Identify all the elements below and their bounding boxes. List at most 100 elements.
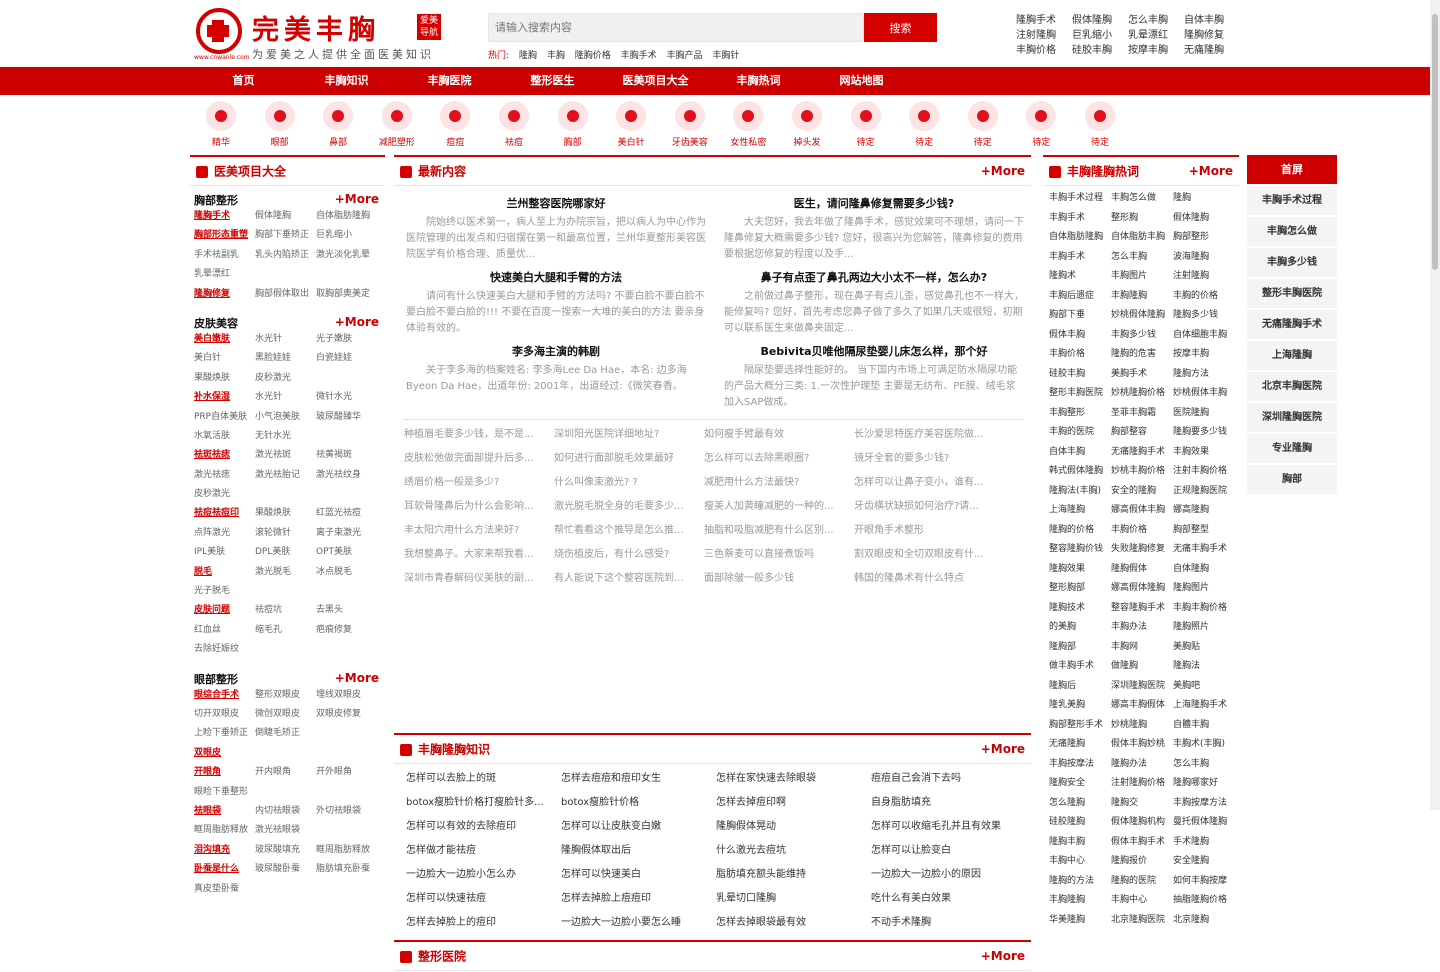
hot-link[interactable]: 隆胸价格 [575,51,611,61]
hotword-link[interactable]: 隆胸的医院 [1111,873,1173,890]
project-link[interactable]: 补水保湿 [194,389,255,405]
project-link[interactable]: 整形双眼皮 [255,687,316,703]
project-link[interactable]: 自体脂肪隆胸 [316,208,377,224]
project-link[interactable]: 外切祛眼袋 [316,803,377,819]
latest-link[interactable]: 开眼角手术整形 [854,520,1004,541]
hotword-link[interactable]: 丰胸手术过程 [1049,190,1111,207]
hotword-link[interactable]: 丰胸手术 [1049,249,1111,266]
hotword-link[interactable]: 上海隆胸手术 [1173,697,1235,714]
knowledge-link[interactable]: 一边脸大一边脸小要怎么睡 [561,912,716,933]
project-link[interactable]: 取胸部奥美定 [316,286,377,302]
section-more-link[interactable]: +More [335,192,379,206]
project-link[interactable]: 上睑下垂矫正 [194,725,255,741]
top-quick-link[interactable]: 注射隆胸 [1016,26,1072,41]
project-link[interactable]: 祛痘祛痘印 [194,505,255,521]
category-icon-item[interactable]: 眼部 [251,101,309,148]
hotword-link[interactable]: 整容隆胸价钱 [1049,541,1111,558]
project-link[interactable]: 胸部假体取出 [255,286,316,302]
top-quick-link[interactable]: 丰胸价格 [1016,41,1072,56]
hotword-link[interactable]: 圣菲丰胸霜 [1111,405,1173,422]
hotword-link[interactable]: 丰胸中心 [1049,853,1111,870]
latest-link[interactable]: 丰太阳穴用什么方法来好? [404,520,554,541]
knowledge-link[interactable]: 怎样做才能祛痘 [406,840,561,861]
project-link[interactable]: 胸部形态重塑 [194,227,255,243]
latest-link[interactable]: 镜牙全套的要多少钱? [854,448,1004,469]
hotword-link[interactable]: 丰胸整形 [1049,405,1111,422]
hotword-link[interactable]: 隆乳美胸 [1049,697,1111,714]
hotword-link[interactable]: 自体脂肪隆胸 [1049,229,1111,246]
hotword-link[interactable]: 硅胶丰胸 [1049,366,1111,383]
project-link[interactable]: 水光针 [255,331,316,347]
project-link[interactable]: DPL美肤 [255,544,316,560]
search-input[interactable] [488,13,864,42]
hotword-link[interactable]: 上海隆胸 [1049,502,1111,519]
project-link[interactable]: 美白嫩肤 [194,331,255,347]
hotword-link[interactable]: 无痛丰胸手术 [1173,541,1235,558]
knowledge-link[interactable]: 怎样去掉脸上痘痘印 [561,888,716,909]
category-icon-item[interactable]: 减肥塑形 [368,101,426,148]
knowledge-link[interactable]: 怎样去掉眼袋最有效 [716,912,871,933]
knowledge-link[interactable]: 怎样去掉脸上的痘印 [406,912,561,933]
hotword-link[interactable]: 隆胸术 [1049,268,1111,285]
hotword-link[interactable]: 丰胸的价格 [1173,288,1235,305]
hotword-link[interactable]: 丰胸网 [1111,639,1173,656]
project-link[interactable]: 乳头内陷矫正 [255,247,316,263]
scrollbar-thumb[interactable] [1432,14,1438,270]
knowledge-link[interactable]: 怎样可以有效的去除痘印 [406,816,561,837]
hotword-link[interactable]: 丰胸价格 [1049,346,1111,363]
latest-more-link[interactable]: +More [981,157,1025,186]
project-link[interactable]: 红蓝光祛痘 [316,505,377,521]
top-quick-link[interactable]: 巨乳缩小 [1072,26,1128,41]
project-link[interactable]: 玻尿酸填充 [255,842,316,858]
project-link[interactable]: 埋线双眼皮 [316,687,377,703]
latest-link[interactable]: 牙齿横状缺损如何治疗?请... [854,496,1004,517]
category-icon-item[interactable]: 掉头发 [778,101,836,148]
hotword-link[interactable]: 隆胸技术 [1049,600,1111,617]
nav-item[interactable]: 丰胸医院 [398,67,501,95]
project-link[interactable]: 无针水光 [255,428,316,444]
category-icon-item[interactable]: 待定 [954,101,1012,148]
nav-item[interactable]: 网站地图 [810,67,913,95]
project-link[interactable]: 小气泡美肤 [255,409,316,425]
section-more-link[interactable]: +More [335,671,379,685]
project-link[interactable]: 双眼皮修复 [316,706,377,722]
knowledge-link[interactable]: 吃什么有美白效果 [871,888,1026,909]
hotword-link[interactable]: 抽脂隆胸价格 [1173,892,1235,909]
hotword-link[interactable]: 丰胸隆胸 [1111,288,1173,305]
knowledge-link[interactable]: 怎样在家快速去除眼袋 [716,768,871,789]
category-icon-item[interactable]: 牙齿美容 [661,101,719,148]
top-quick-link[interactable]: 无痛隆胸 [1184,41,1240,56]
hotword-link[interactable]: 娜高假体丰胸 [1111,502,1173,519]
hotword-link[interactable]: 注射丰胸价格 [1173,463,1235,480]
category-icon-item[interactable]: 待定 [837,101,895,148]
knowledge-link[interactable]: 怎样可以收缩毛孔并且有效果 [871,816,1026,837]
hotword-link[interactable]: 自體丰胸 [1173,717,1235,734]
hotword-link[interactable]: 丰胸的医院 [1049,424,1111,441]
hotword-link[interactable]: 丰胸按摩方法 [1173,795,1235,812]
knowledge-link[interactable]: 隆胸假体取出后 [561,840,716,861]
project-link[interactable]: 泪沟填充 [194,842,255,858]
hotword-link[interactable]: 隆胸报价 [1111,853,1173,870]
project-link[interactable]: 祛眼袋 [194,803,255,819]
article-title[interactable]: 兰州整容医院哪家好 [406,195,706,211]
hotword-link[interactable]: 安全隆胸 [1173,853,1235,870]
latest-link[interactable]: 减肥用什么方法最快? [704,472,854,493]
hotword-link[interactable]: 丰胸术(丰胸) [1173,736,1235,753]
top-quick-link[interactable]: 隆胸手术 [1016,11,1072,26]
project-link[interactable]: 胸部下垂矫正 [255,227,316,243]
latest-link[interactable]: 什么叫像束激光? ? [554,472,704,493]
side-nav-item[interactable]: 上海隆胸 [1247,341,1337,370]
hotword-link[interactable]: 娜高隆胸 [1173,502,1235,519]
project-link[interactable]: 激光脱毛 [255,564,316,580]
project-link[interactable]: 巨乳缩小 [316,227,377,243]
knowledge-link[interactable]: 不动手术隆胸 [871,912,1026,933]
article-title[interactable]: Bebivita贝唯他隔尿垫婴儿床怎么样，那个好 [724,343,1024,359]
hotword-link[interactable]: 假体隆胸机构 [1111,814,1173,831]
top-quick-link[interactable]: 隆胸修复 [1184,26,1240,41]
hotword-link[interactable]: 注射隆胸 [1173,268,1235,285]
project-link[interactable]: 微针水光 [316,389,377,405]
project-link[interactable]: 内切祛眼袋 [255,803,316,819]
project-link[interactable]: 光子脱毛 [194,583,255,599]
hotword-link[interactable]: 隆胸安全 [1049,775,1111,792]
project-link[interactable]: 激光祛胎记 [255,467,316,483]
